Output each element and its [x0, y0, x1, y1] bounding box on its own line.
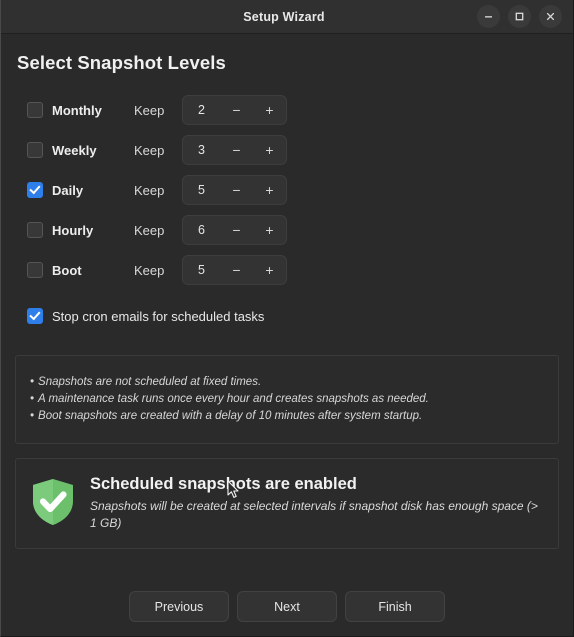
- level-row-hourly: Hourly Keep 6 − +: [15, 210, 559, 250]
- level-label-boot: Boot: [52, 262, 82, 278]
- minimize-icon: [483, 11, 494, 22]
- increment-button-boot[interactable]: +: [253, 256, 286, 284]
- bullet-icon: •: [30, 410, 35, 422]
- keep-label-hourly: Keep: [134, 222, 165, 238]
- bullet-icon: •: [30, 376, 35, 388]
- checkbox-stop-cron-emails[interactable]: [27, 308, 43, 324]
- minimize-button[interactable]: [477, 5, 500, 28]
- cron-email-row: Stop cron emails for scheduled tasks: [27, 299, 559, 333]
- decrement-button-monthly[interactable]: −: [220, 96, 253, 124]
- checkbox-daily[interactable]: [27, 182, 43, 198]
- shield-check-icon: [30, 477, 76, 532]
- level-label-weekly: Weekly: [52, 142, 97, 158]
- level-row-daily: Daily Keep 5 − +: [15, 170, 559, 210]
- keep-value-weekly[interactable]: 3: [183, 143, 220, 157]
- keep-value-monthly[interactable]: 2: [183, 103, 220, 117]
- keep-label-weekly: Keep: [134, 142, 165, 158]
- increment-button-monthly[interactable]: +: [253, 96, 286, 124]
- info-text: Snapshots are not scheduled at fixed tim…: [38, 376, 262, 388]
- keep-spinner-daily[interactable]: 5 − +: [182, 175, 287, 205]
- level-label-daily: Daily: [52, 182, 84, 198]
- level-label-hourly: Hourly: [52, 222, 94, 238]
- close-icon: [545, 11, 556, 22]
- keep-label-daily: Keep: [134, 182, 165, 198]
- level-label-monthly: Monthly: [52, 102, 102, 118]
- close-button[interactable]: [539, 5, 562, 28]
- keep-label-monthly: Keep: [134, 102, 165, 118]
- keep-value-daily[interactable]: 5: [183, 183, 220, 197]
- keep-spinner-monthly[interactable]: 2 − +: [182, 95, 287, 125]
- maximize-icon: [514, 11, 525, 22]
- decrement-button-hourly[interactable]: −: [220, 216, 253, 244]
- checkbox-hourly[interactable]: [27, 222, 43, 238]
- increment-button-hourly[interactable]: +: [253, 216, 286, 244]
- status-box: Scheduled snapshots are enabled Snapshot…: [15, 458, 559, 549]
- info-line: • A maintenance task runs once every hour…: [30, 391, 548, 408]
- keep-value-hourly[interactable]: 6: [183, 223, 220, 237]
- status-title: Scheduled snapshots are enabled: [90, 475, 357, 493]
- previous-button[interactable]: Previous: [129, 591, 229, 622]
- decrement-button-boot[interactable]: −: [220, 256, 253, 284]
- setup-wizard-window: Setup Wizard Select Snapshot Levels Mont…: [0, 0, 574, 637]
- keep-value-boot[interactable]: 5: [183, 263, 220, 277]
- cron-email-label: Stop cron emails for scheduled tasks: [52, 308, 265, 324]
- info-text: Boot snapshots are created with a delay …: [38, 410, 423, 422]
- decrement-button-weekly[interactable]: −: [220, 136, 253, 164]
- info-text: A maintenance task runs once every hour …: [38, 393, 429, 405]
- finish-button[interactable]: Finish: [345, 591, 445, 622]
- increment-button-daily[interactable]: +: [253, 176, 286, 204]
- window-title: Setup Wizard: [243, 9, 325, 24]
- decrement-button-daily[interactable]: −: [220, 176, 253, 204]
- keep-spinner-boot[interactable]: 5 − +: [182, 255, 287, 285]
- info-line: • Boot snapshots are created with a delay…: [30, 408, 548, 425]
- info-line: • Snapshots are not scheduled at fixed ti…: [30, 374, 548, 391]
- wizard-footer: Previous Next Finish: [15, 549, 559, 636]
- keep-spinner-hourly[interactable]: 6 − +: [182, 215, 287, 245]
- level-row-boot: Boot Keep 5 − +: [15, 250, 559, 290]
- bullet-icon: •: [30, 393, 35, 405]
- page-title: Select Snapshot Levels: [17, 52, 226, 73]
- level-row-monthly: Monthly Keep 2 − +: [15, 90, 559, 130]
- keep-label-boot: Keep: [134, 262, 165, 278]
- maximize-button[interactable]: [508, 5, 531, 28]
- status-text-block: Scheduled snapshots are enabled Snapshot…: [90, 473, 544, 532]
- wizard-body: Select Snapshot Levels Monthly Keep 2 − …: [1, 34, 573, 636]
- next-button[interactable]: Next: [237, 591, 337, 622]
- checkbox-monthly[interactable]: [27, 102, 43, 118]
- checkbox-boot[interactable]: [27, 262, 43, 278]
- level-row-weekly: Weekly Keep 3 − +: [15, 130, 559, 170]
- checkbox-weekly[interactable]: [27, 142, 43, 158]
- increment-button-weekly[interactable]: +: [253, 136, 286, 164]
- info-box: • Snapshots are not scheduled at fixed ti…: [15, 355, 559, 444]
- keep-spinner-weekly[interactable]: 3 − +: [182, 135, 287, 165]
- snapshot-levels-list: Monthly Keep 2 − + Weekly Keep 3 − + Dai…: [15, 90, 559, 290]
- titlebar: Setup Wizard: [1, 0, 573, 34]
- window-controls: [477, 5, 573, 28]
- status-subtitle: Snapshots will be created at selected in…: [90, 499, 538, 530]
